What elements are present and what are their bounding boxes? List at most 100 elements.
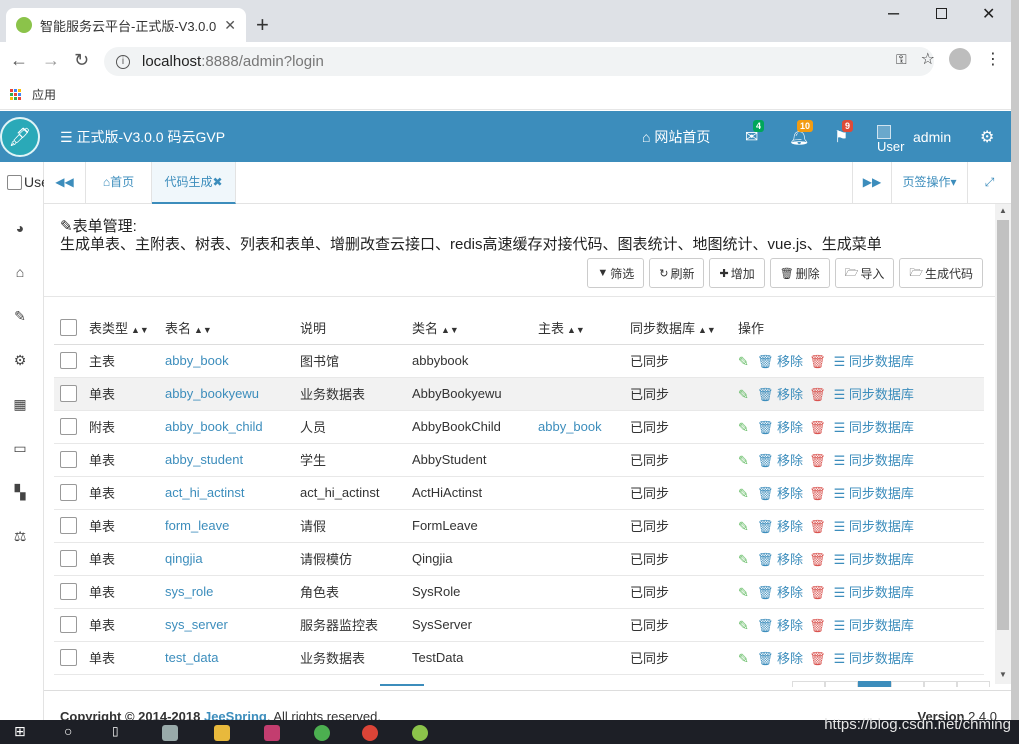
tasks-button[interactable]: ⚑ 9 <box>834 120 854 147</box>
page-button[interactable] <box>891 681 924 687</box>
close-tab-icon[interactable]: ✕ <box>224 17 236 34</box>
tab-home[interactable]: ⌂首页 <box>86 162 152 204</box>
page-ops-dropdown[interactable]: 页签操作▾ <box>892 162 968 204</box>
table-name-link[interactable]: abby_bookyewu <box>165 386 259 401</box>
remove-action[interactable]: 🗑︎ 移除 <box>757 453 803 468</box>
table-row[interactable]: 单表 abby_student 学生 AbbyStudent 已同步 ✎ 🗑︎ 移除 🗑︎ ☰ … <box>54 443 984 477</box>
page-button[interactable] <box>825 681 858 687</box>
pencil-icon[interactable]: ✎ <box>738 486 749 501</box>
row-checkbox[interactable] <box>60 550 77 568</box>
page-button[interactable] <box>792 681 825 687</box>
remove-action[interactable]: 🗑︎ 移除 <box>757 354 803 369</box>
messages-button[interactable]: ✉ 4 <box>745 120 765 147</box>
table-row[interactable]: 主表 abby_book 图书馆 abbybook 已同步 ✎ 🗑︎ 移除 🗑︎ ☰ 同步数据库 <box>54 344 984 378</box>
edit-icon[interactable]: ✎ <box>12 308 28 324</box>
refresh-button[interactable]: ↻ 刷新 <box>649 258 705 288</box>
delete-trash-icon[interactable]: 🗑︎ <box>809 651 826 666</box>
profile-avatar-icon[interactable] <box>949 48 971 70</box>
row-checkbox[interactable] <box>60 385 77 403</box>
table-name-link[interactable]: qingjia <box>165 551 203 566</box>
pencil-icon[interactable]: ✎ <box>738 618 749 633</box>
row-checkbox[interactable] <box>60 517 77 535</box>
row-checkbox[interactable] <box>60 418 77 436</box>
delete-trash-icon[interactable]: 🗑︎ <box>809 453 826 468</box>
sync-db-action[interactable]: ☰ 同步数据库 <box>834 486 914 501</box>
col-master-header[interactable]: 主表 ▲▼ <box>537 312 629 345</box>
fullscreen-icon[interactable]: ⤢ <box>968 162 1011 204</box>
add-button[interactable]: ✚ 增加 <box>709 258 765 288</box>
search-icon[interactable]: ○ <box>64 723 80 739</box>
sync-db-action[interactable]: ☰ 同步数据库 <box>834 618 914 633</box>
close-window-icon[interactable]: ✕ <box>982 4 995 24</box>
scrollbar-thumb[interactable] <box>997 220 1009 630</box>
map-icon[interactable]: ▚ <box>12 484 28 500</box>
table-row[interactable]: 附表 abby_book_child 人员 AbbyBookChild abby_boo… <box>54 410 984 444</box>
sync-db-action[interactable]: ☰ 同步数据库 <box>834 354 914 369</box>
sync-db-action[interactable]: ☰ 同步数据库 <box>834 453 914 468</box>
master-table-link[interactable]: abby_book <box>538 419 602 434</box>
page-button[interactable] <box>924 681 957 687</box>
sync-db-action[interactable]: ☰ 同步数据库 <box>834 387 914 402</box>
table-row[interactable]: 单表 qingjia 请假模仿 Qingjia 已同步 ✎ 🗑︎ 移除 🗑︎ ☰ 同步数据库 <box>54 542 984 576</box>
select-all-checkbox[interactable] <box>60 319 77 337</box>
file-explorer-icon[interactable] <box>214 725 230 741</box>
table-row[interactable]: 单表 test_data 业务数据表 TestData 已同步 ✎ 🗑︎ 移除 🗑︎ ☰ 同步数… <box>54 641 984 675</box>
close-tab-icon[interactable]: ✖ <box>212 175 222 189</box>
gear-icon[interactable]: ⚙ <box>12 352 28 368</box>
settings-gears-icon[interactable]: ⚙ <box>980 127 994 147</box>
bookmark-star-icon[interactable]: ☆ <box>921 49 935 69</box>
site-info-icon[interactable]: i <box>116 54 130 69</box>
table-row[interactable]: 单表 act_hi_actinst act_hi_actinst ActHiActin… <box>54 476 984 510</box>
home-site-link[interactable]: ⌂ 网站首页 <box>642 127 710 147</box>
sidebar-user-checkbox[interactable]: Use <box>7 174 49 190</box>
minimize-window-icon[interactable]: – <box>888 2 899 25</box>
tabs-scroll-left-button[interactable]: ◀◀ <box>44 162 86 204</box>
tab-codegen[interactable]: 代码生成✖ <box>152 162 236 204</box>
taskbar-app-icon[interactable] <box>162 725 178 741</box>
remove-action[interactable]: 🗑︎ 移除 <box>757 651 803 666</box>
pencil-icon[interactable]: ✎ <box>738 354 749 369</box>
pencil-icon[interactable]: ✎ <box>738 453 749 468</box>
scroll-up-icon[interactable]: ▲ <box>999 206 1007 215</box>
remove-action[interactable]: 🗑︎ 移除 <box>757 486 803 501</box>
monitor-icon[interactable]: ▭ <box>12 440 28 456</box>
intellij-icon[interactable] <box>264 725 280 741</box>
balance-scale-icon[interactable]: ⚖ <box>12 528 28 544</box>
delete-button[interactable]: 🗑︎ 删除 <box>769 258 830 288</box>
app-logo[interactable]: 🖋 <box>0 117 40 157</box>
generate-code-button[interactable]: 🗁 生成代码 <box>899 258 983 288</box>
remove-action[interactable]: 🗑︎ 移除 <box>757 420 803 435</box>
row-checkbox[interactable] <box>60 583 77 601</box>
remove-action[interactable]: 🗑︎ 移除 <box>757 585 803 600</box>
row-checkbox[interactable] <box>60 649 77 667</box>
sync-db-action[interactable]: ☰ 同步数据库 <box>834 420 914 435</box>
page-button-active[interactable] <box>858 681 891 687</box>
username[interactable]: admin <box>913 129 951 145</box>
delete-trash-icon[interactable]: 🗑︎ <box>809 420 826 435</box>
tabs-scroll-right-button[interactable]: ▶▶ <box>852 162 892 204</box>
chrome-icon[interactable] <box>362 725 378 741</box>
checkbox[interactable] <box>7 174 22 190</box>
windows-start-icon[interactable]: ⊞ <box>14 723 30 739</box>
row-checkbox[interactable] <box>60 352 77 370</box>
taskbar-app-icon[interactable] <box>412 725 428 741</box>
pencil-icon[interactable]: ✎ <box>738 552 749 567</box>
grid-icon[interactable]: ▦ <box>12 396 28 412</box>
table-row[interactable]: 单表 sys_server 服务器监控表 SysServer 已同步 ✎ 🗑︎ 移除 🗑︎ ☰ … <box>54 608 984 642</box>
scroll-down-icon[interactable]: ▼ <box>999 670 1007 679</box>
import-button[interactable]: 🗁 导入 <box>834 258 895 288</box>
table-name-link[interactable]: sys_server <box>165 617 228 632</box>
task-view-icon[interactable]: ▯ <box>112 724 128 740</box>
table-name-link[interactable]: act_hi_actinst <box>165 485 245 500</box>
apps-bookmark[interactable]: 应用 <box>32 86 56 103</box>
delete-trash-icon[interactable]: 🗑︎ <box>809 585 826 600</box>
table-name-link[interactable]: abby_book <box>165 353 229 368</box>
forward-icon[interactable]: → <box>42 50 60 71</box>
pencil-icon[interactable]: ✎ <box>738 387 749 402</box>
user-avatar[interactable]: User <box>877 125 904 154</box>
sync-db-action[interactable]: ☰ 同步数据库 <box>834 651 914 666</box>
table-row[interactable]: 单表 form_leave 请假 FormLeave 已同步 ✎ 🗑︎ 移除 🗑︎ ☰ 同步数据… <box>54 509 984 543</box>
maximize-window-icon[interactable] <box>936 6 947 24</box>
reload-icon[interactable]: ↻ <box>74 50 89 71</box>
delete-trash-icon[interactable]: 🗑︎ <box>809 387 826 402</box>
